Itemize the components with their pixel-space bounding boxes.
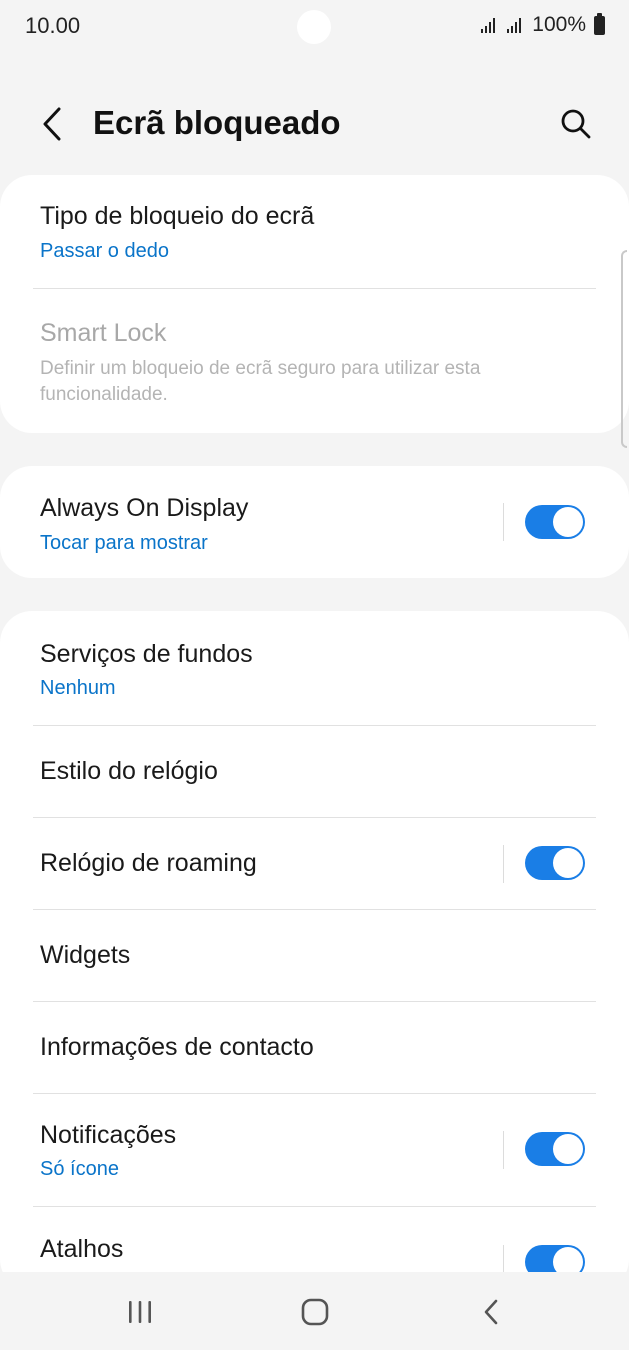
search-icon bbox=[561, 109, 591, 139]
back-button[interactable] bbox=[30, 102, 74, 146]
notifications-title: Notificações bbox=[40, 1121, 177, 1149]
status-time: 10.00 bbox=[25, 13, 81, 38]
aod-title: Always On Display bbox=[40, 494, 249, 522]
contact-info-title: Informações de contacto bbox=[40, 1033, 314, 1061]
app-header: Ecrã bloqueado bbox=[0, 90, 629, 160]
scrollbar[interactable] bbox=[621, 250, 627, 448]
notifications-value: Só ícone bbox=[40, 1158, 119, 1180]
aod-toggle[interactable] bbox=[525, 505, 585, 539]
battery-percent: 100% bbox=[532, 13, 586, 36]
shortcuts-title: Atalhos bbox=[40, 1235, 124, 1263]
nav-back-button[interactable] bbox=[469, 1290, 513, 1334]
toggle-knob bbox=[553, 848, 583, 878]
toggle-knob bbox=[553, 507, 583, 537]
toggle-knob bbox=[553, 1134, 583, 1164]
status-bar: 10.00 100% bbox=[0, 0, 629, 54]
smart-lock-row: Smart Lock Definir um bloqueio de ecrã s… bbox=[0, 289, 629, 433]
navigation-bar bbox=[0, 1272, 629, 1350]
vertical-separator bbox=[503, 503, 504, 541]
wallpaper-services-title: Serviços de fundos bbox=[40, 640, 253, 668]
aod-row[interactable]: Always On Display Tocar para mostrar bbox=[0, 466, 629, 578]
recents-icon bbox=[129, 1301, 151, 1323]
wallpaper-services-row[interactable]: Serviços de fundos Nenhum bbox=[0, 611, 629, 725]
vertical-separator bbox=[503, 845, 504, 883]
lock-screen-options-card: Serviços de fundos Nenhum Estilo do reló… bbox=[0, 611, 629, 1291]
lock-type-title: Tipo de bloqueio do ecrã bbox=[40, 202, 315, 230]
signal-icon bbox=[481, 18, 496, 33]
home-button[interactable] bbox=[293, 1290, 337, 1334]
signal-icon-2 bbox=[507, 18, 522, 33]
search-button[interactable] bbox=[554, 102, 598, 146]
roaming-clock-row[interactable]: Relógio de roaming bbox=[0, 818, 629, 909]
lock-settings-card: Tipo de bloqueio do ecrã Passar o dedo S… bbox=[0, 175, 629, 433]
aod-value: Tocar para mostrar bbox=[40, 532, 208, 554]
notifications-row[interactable]: Notificações Só ícone bbox=[0, 1094, 629, 1206]
clock-style-row[interactable]: Estilo do relógio bbox=[0, 726, 629, 817]
widgets-row[interactable]: Widgets bbox=[0, 910, 629, 1001]
recents-button[interactable] bbox=[118, 1290, 162, 1334]
vertical-separator bbox=[503, 1131, 504, 1169]
back-icon bbox=[484, 1299, 498, 1325]
widgets-title: Widgets bbox=[40, 941, 131, 969]
clock-style-title: Estilo do relógio bbox=[40, 757, 218, 785]
battery-icon bbox=[594, 12, 605, 35]
smart-lock-title: Smart Lock bbox=[40, 319, 167, 347]
notifications-toggle[interactable] bbox=[525, 1132, 585, 1166]
smart-lock-description: Definir um bloqueio de ecrã seguro para … bbox=[40, 358, 481, 405]
lock-type-value: Passar o dedo bbox=[40, 240, 169, 262]
chevron-left-icon bbox=[43, 107, 61, 141]
page-title: Ecrã bloqueado bbox=[93, 104, 341, 141]
wallpaper-services-value: Nenhum bbox=[40, 677, 116, 699]
aod-card: Always On Display Tocar para mostrar bbox=[0, 466, 629, 578]
contact-info-row[interactable]: Informações de contacto bbox=[0, 1002, 629, 1093]
status-icons: 100% bbox=[480, 12, 605, 37]
camera-cutout bbox=[297, 10, 331, 44]
roaming-clock-title: Relógio de roaming bbox=[40, 849, 257, 877]
home-icon bbox=[301, 1298, 329, 1326]
roaming-clock-toggle[interactable] bbox=[525, 846, 585, 880]
lock-type-row[interactable]: Tipo de bloqueio do ecrã Passar o dedo bbox=[0, 175, 629, 287]
